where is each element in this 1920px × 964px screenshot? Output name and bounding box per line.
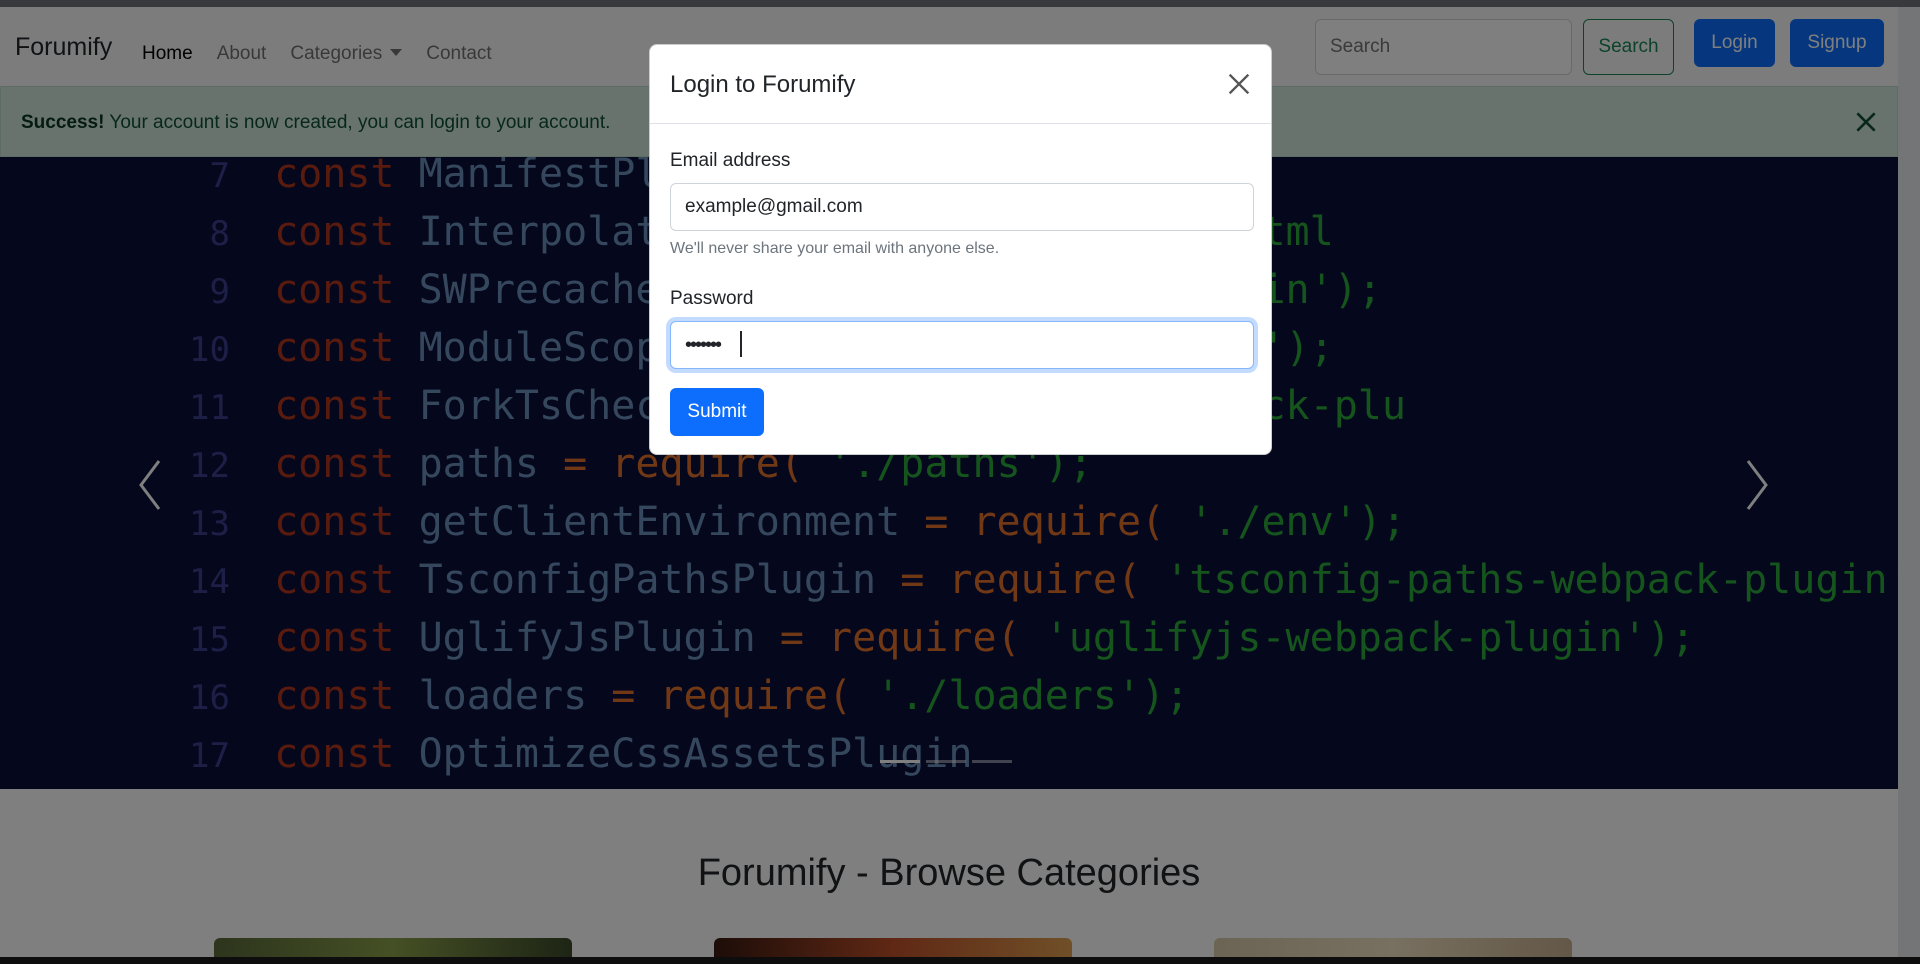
password-value: ••••••• [685,334,722,356]
login-modal: Login to Forumify Email address We'll ne… [649,44,1272,455]
text-cursor [740,331,742,357]
modal-title: Login to Forumify [670,71,856,98]
email-field[interactable] [670,183,1254,231]
close-icon[interactable] [1225,70,1253,98]
password-field[interactable] [670,321,1254,369]
email-label: Email address [670,150,791,171]
email-help-text: We'll never share your email with anyone… [670,240,1000,257]
password-label: Password [670,288,754,309]
submit-button[interactable]: Submit [670,388,764,436]
modal-header: Login to Forumify [650,45,1271,124]
page: Forumify Home About Categories Contact S… [0,0,1920,964]
